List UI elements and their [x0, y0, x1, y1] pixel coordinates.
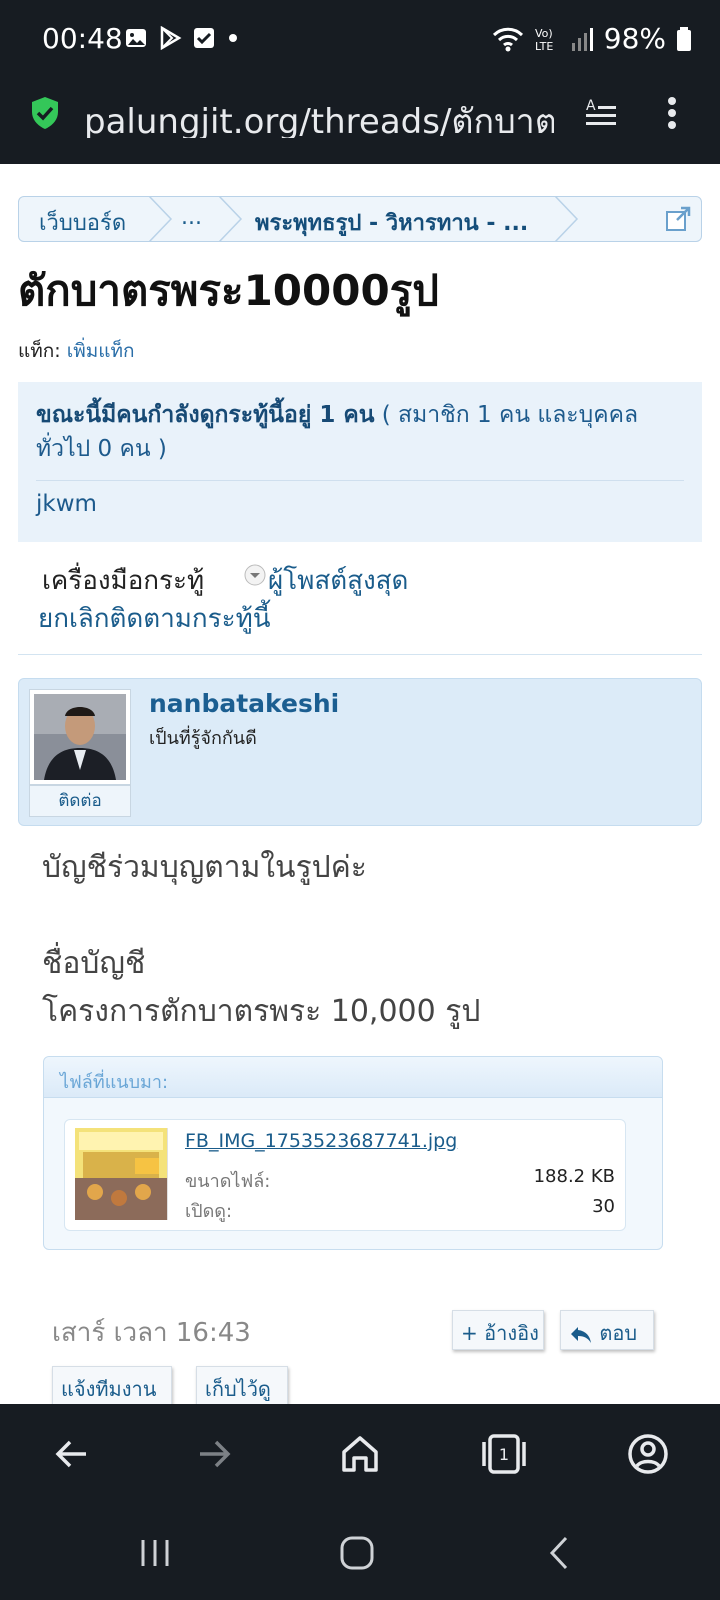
thread-tools-bar: เครื่องมือกระทู้ ผู้โพสต์สูงสุด ยกเลิกติ… — [18, 554, 702, 655]
avatar-photo — [34, 694, 126, 780]
post-footer: เสาร์ เวลา 16:43 + อ้างอิง ตอบ แจ้งทีมงา… — [0, 1284, 720, 1404]
post-line: ชื่อบัญชี — [42, 946, 146, 981]
secure-shield-icon[interactable] — [30, 96, 60, 130]
viewers-summary: ขณะนี้มีคนกำลังดูกระทู้นี้อยู่ 1 คน ( สม… — [36, 398, 684, 466]
volte-icon: Vo)LTE — [535, 27, 553, 53]
recent-apps-icon[interactable] — [130, 1528, 180, 1578]
signal-icon — [571, 27, 593, 51]
attachments-heading: ไฟล์ที่แนบมา: — [60, 1072, 169, 1093]
file-size-label: ขนาดไฟล์: — [185, 1171, 271, 1192]
status-time: 00:48 — [42, 22, 123, 55]
report-button[interactable]: แจ้งทีมงาน — [52, 1366, 172, 1404]
chevron-right-icon — [554, 196, 579, 242]
thread-title: ตักบาตรพระ10000รูป — [18, 266, 439, 315]
thumbnail-image — [75, 1128, 167, 1220]
tabs-icon[interactable]: 1 — [478, 1428, 530, 1480]
svg-text:A: A — [586, 98, 596, 114]
breadcrumb-home[interactable]: เว็บบอร์ด — [39, 205, 126, 240]
unfollow-thread-link[interactable]: ยกเลิกติดตามกระทู้นี้ — [38, 598, 271, 639]
svg-text:Vo): Vo) — [535, 27, 553, 40]
reader-mode-icon[interactable]: A — [584, 96, 618, 130]
tags-label: แท็ก: — [18, 340, 61, 362]
latest-poster-link[interactable]: ผู้โพสต์สูงสุด — [268, 560, 408, 601]
user-title: เป็นที่รู้จักกันดี — [149, 728, 257, 749]
reply-arrow-icon — [571, 1326, 591, 1343]
attachments-header: ไฟล์ที่แนบมา: — [44, 1057, 662, 1098]
save-button[interactable]: เก็บไว้ดู — [196, 1366, 288, 1404]
system-nav-bar — [0, 1504, 720, 1600]
system-back-icon[interactable] — [534, 1528, 584, 1578]
dropdown-arrow-icon[interactable] — [244, 564, 266, 586]
wifi-icon — [492, 27, 523, 51]
play-store-icon — [160, 26, 182, 50]
external-link-icon[interactable] — [665, 206, 691, 232]
viewers-count-text: ขณะนี้มีคนกำลังดูกระทู้นี้อยู่ 1 คน — [36, 402, 375, 428]
svg-text:LTE: LTE — [535, 40, 553, 53]
status-bar: 00:48 Vo) LTE 98% — [0, 0, 720, 80]
page-content: เว็บบอร์ด ... พระพุทธรูป - วิหารทาน - ..… — [0, 164, 720, 1404]
battery-icon — [677, 26, 691, 51]
browser-bottom-nav: 1 — [0, 1404, 720, 1504]
back-icon[interactable] — [46, 1428, 98, 1480]
post-line — [42, 892, 682, 940]
post-line: โครงการตักบาตรพระ 10,000 รูป — [42, 994, 481, 1029]
more-options-icon[interactable] — [666, 96, 678, 130]
system-icons: Vo) LTE 98% — [492, 22, 692, 55]
thread-tools-menu[interactable]: เครื่องมือกระทู้ — [42, 560, 204, 601]
home-icon[interactable] — [334, 1428, 386, 1480]
quote-button[interactable]: + อ้างอิง — [452, 1310, 544, 1350]
divider — [36, 480, 684, 481]
breadcrumb: เว็บบอร์ด ... พระพุทธรูป - วิหารทาน - ..… — [18, 196, 702, 242]
image-icon — [126, 29, 146, 47]
attachments-box: ไฟล์ที่แนบมา: FB_IMG_1753523687741.jpg ข… — [43, 1056, 663, 1250]
post-message: บัญชีร่วมบุญตามในรูปค่ะ ชื่อบัญชี โครงกา… — [42, 844, 682, 1036]
file-size-value: 188.2 KB — [533, 1166, 615, 1187]
post-username[interactable]: nanbatakeshi — [149, 689, 339, 718]
add-tag-link[interactable]: เพิ่มแท็ก — [67, 340, 135, 362]
viewers-panel: ขณะนี้มีคนกำลังดูกระทู้นี้อยู่ 1 คน ( สม… — [18, 382, 702, 542]
breadcrumb-ellipsis[interactable]: ... — [181, 205, 202, 230]
system-home-icon[interactable] — [332, 1528, 382, 1578]
avatar-frame — [29, 689, 131, 785]
attachment-filename-link[interactable]: FB_IMG_1753523687741.jpg — [185, 1130, 457, 1152]
notification-icons — [124, 26, 240, 50]
tags-line: แท็ก: เพิ่มแท็ก — [18, 336, 135, 366]
avatar[interactable] — [34, 694, 126, 780]
breadcrumb-category[interactable]: พระพุทธรูป - วิหารทาน - ... — [255, 205, 528, 240]
forward-icon[interactable] — [188, 1428, 240, 1480]
post-date: เสาร์ เวลา 16:43 — [52, 1318, 251, 1348]
viewer-username[interactable]: jkwm — [36, 491, 684, 517]
post-line: บัญชีร่วมบุญตามในรูปค่ะ — [42, 850, 367, 885]
chevron-right-icon — [218, 196, 243, 242]
battery-percent: 98% — [603, 22, 666, 55]
attachment-item: FB_IMG_1753523687741.jpg ขนาดไฟล์: 188.2… — [64, 1119, 626, 1231]
views-value: 30 — [592, 1196, 615, 1217]
browser-address-bar: palungjit.org/threads/ตักบาตรพระ10000รูป… — [0, 80, 720, 164]
url-field[interactable]: palungjit.org/threads/ตักบาตรพระ10000รูป — [84, 94, 554, 138]
tab-count: 1 — [499, 1445, 509, 1464]
reply-button[interactable]: ตอบ — [560, 1310, 654, 1350]
check-square-icon — [194, 28, 214, 48]
attachment-thumbnail[interactable] — [75, 1128, 168, 1220]
contact-button[interactable]: ติดต่อ — [29, 785, 131, 817]
reply-label: ตอบ — [599, 1321, 638, 1345]
views-label: เปิดดู: — [185, 1201, 233, 1222]
account-icon[interactable] — [622, 1428, 674, 1480]
chevron-right-icon — [148, 196, 173, 242]
dot-icon — [229, 34, 237, 42]
post-author-header: ติดต่อ nanbatakeshi เป็นที่รู้จักกันดี — [18, 678, 702, 826]
